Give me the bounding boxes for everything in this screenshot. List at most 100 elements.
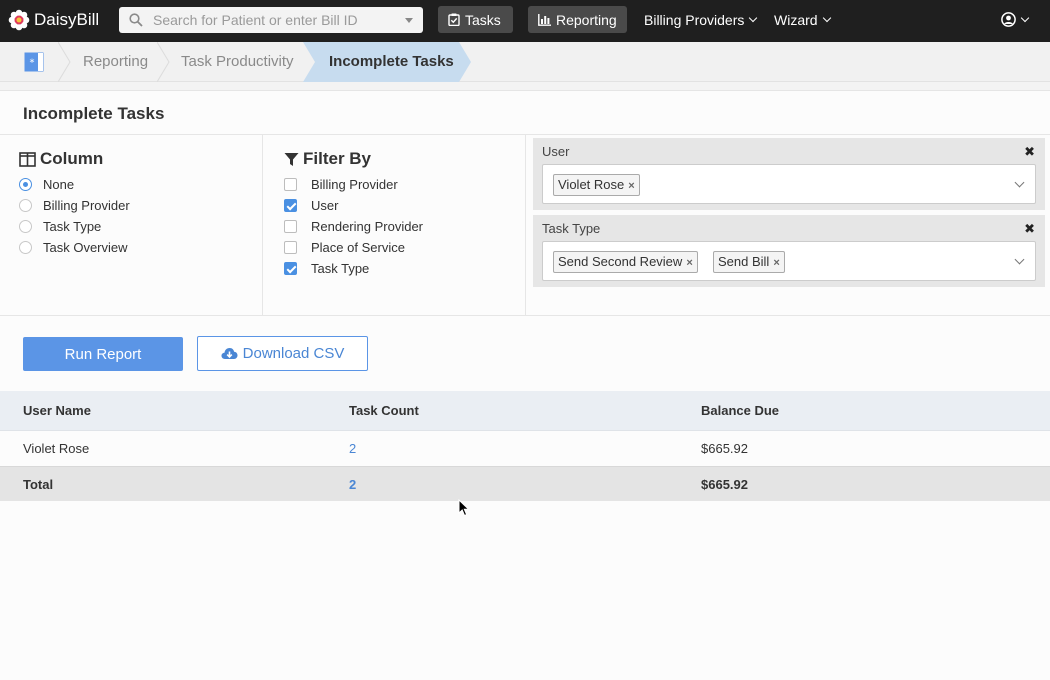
cell-balance-due: $665.92: [701, 441, 748, 456]
app-name: DaisyBill: [34, 10, 100, 29]
user-tag-label: Violet Rose: [558, 177, 625, 192]
divider: [0, 315, 1050, 316]
user-filter-label: User: [542, 144, 570, 159]
search-input[interactable]: [153, 7, 393, 33]
task-type-filter-panel: Task Type ✖ Send Second Review × Send Bil…: [533, 215, 1045, 287]
filter-option-label: Rendering Provider: [311, 219, 424, 234]
cell-user-name: Violet Rose: [23, 441, 90, 456]
sidebar-toggle-icon: *: [24, 52, 44, 72]
task-type-tag-label: Send Bill: [718, 254, 770, 269]
filter-icon: [284, 152, 299, 166]
user-account-menu[interactable]: [1001, 12, 1030, 27]
task-type-tag: Send Bill ×: [713, 251, 785, 273]
checkbox-checked[interactable]: [284, 199, 297, 212]
bar-chart-icon: [538, 13, 551, 26]
total-balance-due: $665.92: [701, 476, 748, 492]
filter-option-task-type[interactable]: Task Type: [284, 261, 369, 276]
column-option-task-overview[interactable]: Task Overview: [19, 240, 128, 255]
table-total-row: Total 2 $665.92: [0, 466, 1050, 501]
header-user-name[interactable]: User Name: [23, 391, 91, 430]
checkbox-checked[interactable]: [284, 262, 297, 275]
breadcrumb-task-productivity[interactable]: Task Productivity: [181, 42, 294, 82]
checkbox[interactable]: [284, 220, 297, 233]
column-title-label: Column: [40, 149, 104, 168]
task-type-filter-label: Task Type: [542, 221, 601, 236]
billing-providers-label: Billing Providers: [644, 12, 745, 28]
divider: [525, 135, 526, 315]
chevron-down-icon[interactable]: [1014, 254, 1025, 265]
breadcrumb: * Reporting Task Productivity Incomplete…: [0, 42, 1050, 82]
tag-remove-icon[interactable]: ×: [686, 257, 692, 269]
header-balance-due[interactable]: Balance Due: [701, 391, 779, 430]
column-option-label: Task Type: [43, 219, 102, 234]
svg-text:*: *: [30, 58, 35, 69]
search-dropdown-caret-icon[interactable]: [405, 18, 413, 23]
task-type-tag-label: Send Second Review: [558, 254, 683, 269]
chevron-down-icon: [822, 13, 831, 23]
search-icon: [129, 13, 143, 27]
user-tag: Violet Rose ×: [553, 174, 640, 196]
radio[interactable]: [19, 220, 32, 233]
wizard-label: Wizard: [774, 12, 818, 28]
tag-remove-icon[interactable]: ×: [773, 257, 779, 269]
global-search[interactable]: [119, 7, 423, 33]
clipboard-check-icon: [448, 13, 460, 26]
breadcrumb-separator: [58, 42, 71, 82]
download-csv-button[interactable]: Download CSV: [197, 336, 368, 371]
page-title: Incomplete Tasks: [23, 104, 165, 123]
filter-option-billing-provider[interactable]: Billing Provider: [284, 177, 398, 192]
daisybill-logo[interactable]: DaisyBill: [8, 8, 99, 32]
filter-option-label: Place of Service: [311, 240, 405, 255]
reporting-nav-button[interactable]: Reporting: [528, 6, 627, 33]
filter-option-label: Billing Provider: [311, 177, 398, 192]
cloud-download-icon: [221, 348, 238, 359]
radio[interactable]: [19, 199, 32, 212]
column-option-label: Task Overview: [43, 240, 128, 255]
column-option-billing-provider[interactable]: Billing Provider: [19, 198, 130, 213]
remove-filter-icon[interactable]: ✖: [1024, 144, 1035, 160]
subheader-bar: [0, 82, 1050, 91]
checkbox[interactable]: [284, 241, 297, 254]
table-header-row: User Name Task Count Balance Due: [0, 391, 1050, 431]
daisy-flower-icon: [8, 9, 30, 31]
breadcrumb-separator: [157, 42, 170, 82]
filter-by-section-title: Filter By: [284, 149, 371, 169]
total-task-count-link[interactable]: 2: [349, 467, 356, 501]
column-option-none[interactable]: None: [19, 177, 74, 192]
tasks-nav-button[interactable]: Tasks: [438, 6, 513, 33]
column-option-task-type[interactable]: Task Type: [19, 219, 101, 234]
chevron-down-icon: [749, 13, 758, 23]
chevron-down-icon[interactable]: [1014, 177, 1025, 188]
column-section-title: Column: [19, 149, 103, 169]
chevron-down-icon: [1020, 13, 1030, 22]
breadcrumb-reporting[interactable]: Reporting: [83, 42, 148, 82]
tasks-nav-label: Tasks: [465, 11, 501, 28]
user-circle-icon: [1001, 12, 1016, 27]
columns-icon: [19, 151, 36, 167]
checkbox[interactable]: [284, 178, 297, 191]
tag-remove-icon[interactable]: ×: [628, 180, 634, 192]
filter-option-user[interactable]: User: [284, 198, 338, 213]
header-task-count[interactable]: Task Count: [349, 391, 419, 430]
column-option-label: None: [43, 177, 75, 192]
total-label: Total: [23, 476, 54, 492]
download-csv-label: Download CSV: [242, 345, 345, 362]
mouse-cursor-icon: [458, 499, 470, 517]
radio-selected[interactable]: [19, 178, 32, 191]
divider: [262, 135, 263, 315]
filter-option-label: User: [311, 198, 339, 213]
user-filter-panel: User ✖ Violet Rose ×: [533, 138, 1045, 210]
user-multiselect[interactable]: Violet Rose ×: [542, 164, 1036, 204]
filter-option-rendering-provider[interactable]: Rendering Provider: [284, 219, 423, 234]
breadcrumb-home[interactable]: *: [0, 42, 62, 82]
cell-task-count-link[interactable]: 2: [349, 431, 356, 466]
filter-option-place-of-service[interactable]: Place of Service: [284, 240, 405, 255]
run-report-button[interactable]: Run Report: [23, 337, 183, 371]
table-row: Violet Rose 2 $665.92: [0, 431, 1050, 466]
task-type-multiselect[interactable]: Send Second Review × Send Bill ×: [542, 241, 1036, 281]
breadcrumb-incomplete-tasks: Incomplete Tasks: [329, 53, 454, 70]
wizard-menu[interactable]: Wizard: [774, 12, 831, 28]
radio[interactable]: [19, 241, 32, 254]
billing-providers-menu[interactable]: Billing Providers: [644, 12, 758, 28]
remove-filter-icon[interactable]: ✖: [1024, 221, 1035, 237]
